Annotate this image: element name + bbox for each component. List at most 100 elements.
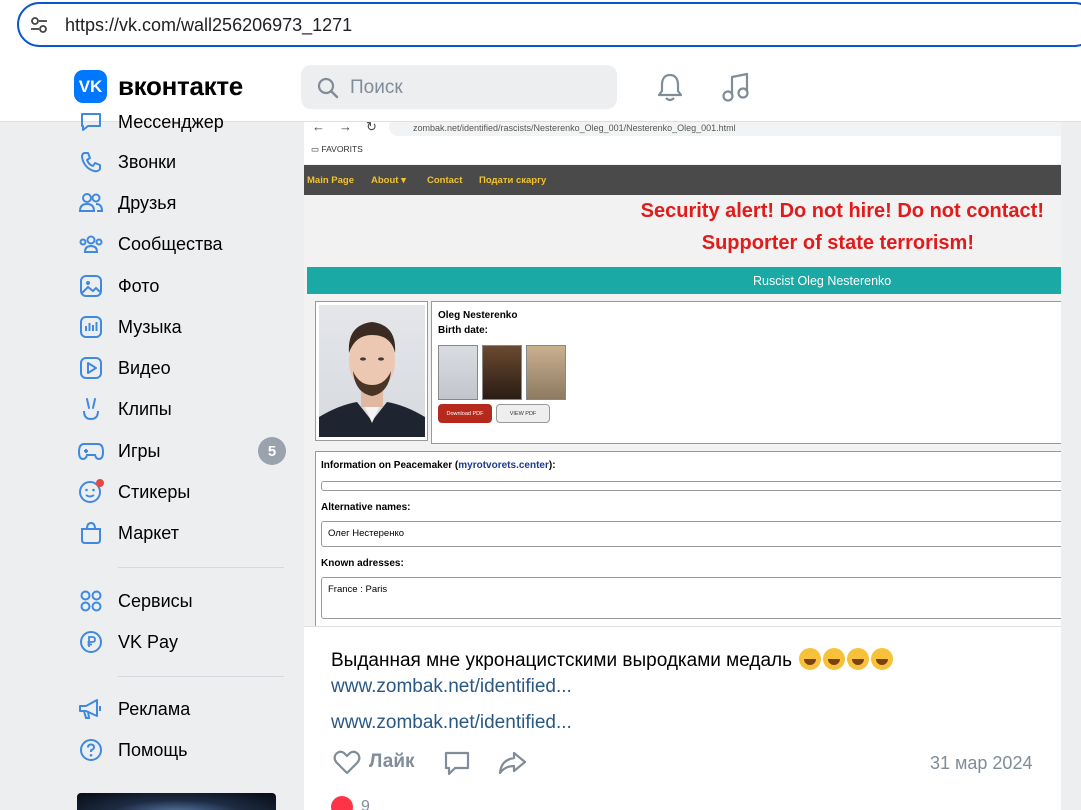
sidebar-item-messenger[interactable]: Мессенджер [78,105,290,139]
sidebar-item-label: Музыка [118,316,182,337]
like-button[interactable]: Лайк [333,749,415,775]
sidebar-item-friends[interactable]: Друзья [78,186,290,220]
photo-icon [78,273,104,299]
sidebar-item-help[interactable]: Помощь [78,733,290,767]
screenshot-favorites: ▭ FAVORITS [311,144,363,154]
bell-icon[interactable] [656,72,684,102]
view-pdf-button: VIEW PDF [496,404,550,423]
sidebar-item-vk-pay[interactable]: VK Pay [78,625,290,659]
phone-icon [78,149,104,175]
sidebar-item-video[interactable]: Видео [78,351,290,385]
sidebar-promo-image[interactable] [77,793,276,810]
sidebar-item-market[interactable]: Маркет [78,516,290,550]
profile-name: Oleg Nesterenko [438,310,518,321]
help-icon [78,737,104,763]
screenshot-browser-bar: ←→↻ zombak.net/identified/rascists/Neste… [304,122,1061,164]
sidebar-item-label: Маркет [118,522,179,543]
sidebar-item-label: Видео [118,357,171,378]
sidebar-item-services[interactable]: Сервисы [78,584,290,618]
reactions-summary[interactable]: 9 [331,796,370,810]
sidebar-item-label: Реклама [118,698,191,719]
screenshot-nav-arrows: ←→↻ [312,122,391,134]
video-icon [78,355,104,381]
sidebar-item-label: Звонки [118,151,177,172]
search-input[interactable]: Поиск [301,65,617,109]
communities-icon [78,231,104,257]
sidebar-item-music[interactable]: Музыка [78,310,290,344]
tune-icon[interactable] [29,15,49,35]
sidebar-item-label: Фото [118,275,160,296]
peacemaker-heading-suffix: ): [548,460,556,471]
sidebar-item-communities[interactable]: Сообщества [78,227,290,261]
sidebar-item-label: VK Pay [118,631,179,652]
browser-address-area: https://vk.com/wall256206973_1271 [0,0,1081,52]
screenshot-alert-line1: Security alert! Do not hire! Do not cont… [640,200,1044,222]
like-label: Лайк [369,751,415,772]
peacemaker-heading: Information on Peacemaker (myrotvorets.c… [321,460,556,471]
screenshot-menu: Main Page About ▾ Contact Подати скаргу [304,165,1061,195]
share-button[interactable] [497,749,527,777]
profile-birth-label: Birth date: [438,325,488,336]
peacemaker-heading-prefix: Information on Peacemaker ( [321,460,459,471]
screenshot-menu-item: Подати скаргу [479,175,547,186]
download-pdf-button: Download PDF [438,404,492,423]
post-link[interactable]: www.zombak.net/identified... [331,712,572,734]
sidebar-item-label: Сервисы [118,590,193,611]
heart-reaction-icon [331,796,353,810]
sidebar-item-label: Клипы [118,398,172,419]
sidebar-divider [118,567,284,568]
profile-thumb [526,345,566,400]
screenshot-url: zombak.net/identified/rascists/Nesterenk… [389,122,1061,136]
megaphone-icon [78,696,104,722]
addresses-label: Known adresses: [321,558,404,569]
screenshot-menu-item: About ▾ [371,175,406,186]
address-bar[interactable]: https://vk.com/wall256206973_1271 [17,2,1081,47]
portrait-drawing [319,322,425,437]
laughing-emoji-icon [799,648,822,670]
share-icon [498,751,527,775]
search-icon [317,77,339,99]
sidebar-item-clips[interactable]: Клипы [78,392,290,426]
screenshot-profile-box: Oleg Nesterenko Birth date: Download PDF… [431,301,1061,444]
sidebar-divider [118,676,284,677]
profile-thumb [482,345,522,400]
screenshot-info-section: Information on Peacemaker (myrotvorets.c… [315,451,1061,626]
clips-icon [78,396,104,422]
screenshot-favorites-label: FAVORITS [321,144,363,154]
music-note-icon[interactable] [721,71,751,103]
screenshot-alert-line2: Supporter of state terrorism! [701,232,974,254]
profile-thumb [438,345,478,400]
post-text: Выданная мне укронацистскими выродками м… [331,648,894,672]
chat-bubble-icon [78,109,104,135]
post-text-content: Выданная мне укронацистскими выродками м… [331,650,793,671]
sidebar-item-calls[interactable]: Звонки [78,145,290,179]
post-date[interactable]: 31 мар 2024 [930,753,1032,774]
sidebar-item-stickers[interactable]: Стикеры [78,475,290,509]
sidebar-item-label: Помощь [118,739,188,760]
portrait-image [319,305,425,437]
gamepad-icon [78,438,104,464]
left-sidebar: Мессенджер Звонки Друзья Сообщества Фото… [0,112,300,810]
sidebar-item-photos[interactable]: Фото [78,269,290,303]
screenshot-banner-text: Ruscist Oleg Nesterenko [753,274,892,288]
vk-logo-icon[interactable]: VK [74,70,107,103]
brand-name[interactable]: вконтакте [118,71,243,102]
post-link[interactable]: www.zombak.net/identified... [331,676,572,698]
services-grid-icon [78,588,104,614]
screenshot-menu-item: Contact [427,175,463,186]
address-url[interactable]: https://vk.com/wall256206973_1271 [65,15,352,36]
peacemaker-link: myrotvorets.center [458,460,549,471]
addresses-field: France : Paris [321,577,1061,619]
screenshot-banner: Ruscist Oleg Nesterenko [307,267,1061,294]
sidebar-item-ads[interactable]: Реклама [78,692,290,726]
comment-button[interactable] [443,749,471,777]
sidebar-item-label: Стикеры [118,481,191,502]
ruble-icon [78,629,104,655]
sidebar-item-label: Игры [118,440,161,461]
sidebar-item-games[interactable]: Игры 5 [78,434,290,468]
post-attached-image[interactable]: ←→↻ zombak.net/identified/rascists/Neste… [304,122,1061,627]
music-icon [78,314,104,340]
friends-icon [78,190,104,216]
laughing-emoji-icon [847,648,870,670]
sticker-icon [78,479,104,505]
